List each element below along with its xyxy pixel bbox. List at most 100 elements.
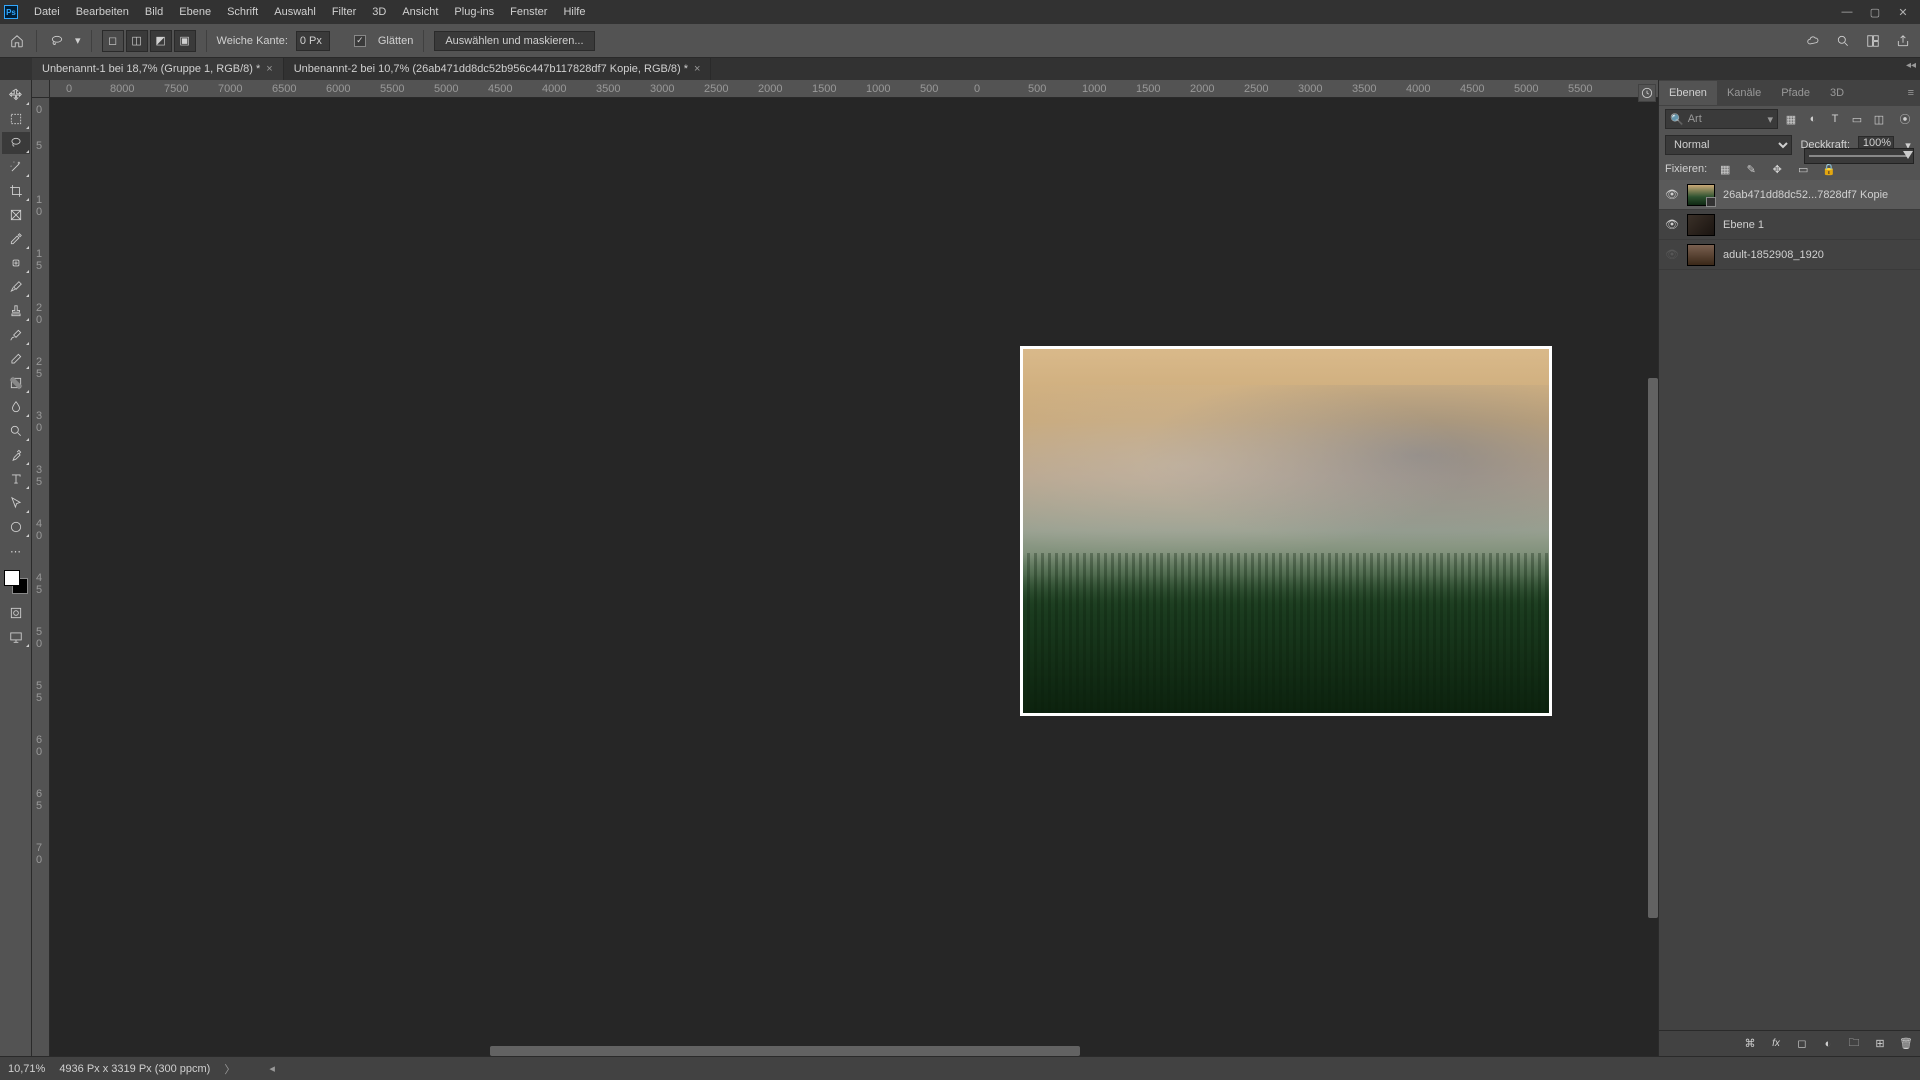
layer-name[interactable]: 26ab471dd8dc52...7828df7 Kopie xyxy=(1723,189,1888,201)
maximize-icon[interactable]: ▢ xyxy=(1868,5,1882,19)
layer-fx-icon[interactable]: fx xyxy=(1768,1036,1784,1052)
move-tool[interactable] xyxy=(2,84,30,106)
magic-wand-tool[interactable] xyxy=(2,156,30,178)
menu-fenster[interactable]: Fenster xyxy=(502,2,555,22)
menu-plugins[interactable]: Plug-ins xyxy=(446,2,502,22)
horizontal-scrollbar[interactable] xyxy=(490,1046,1080,1056)
healing-brush-tool[interactable] xyxy=(2,252,30,274)
layer-row[interactable]: 👁 Ebene 1 xyxy=(1659,210,1920,240)
feather-input[interactable] xyxy=(296,31,330,51)
menu-3d[interactable]: 3D xyxy=(364,2,394,22)
link-layers-icon[interactable]: ⌘ xyxy=(1742,1036,1758,1052)
properties-panel-icon[interactable] xyxy=(1638,84,1656,102)
workspace-icon[interactable] xyxy=(1864,32,1882,50)
menu-ansicht[interactable]: Ansicht xyxy=(394,2,446,22)
blur-tool[interactable] xyxy=(2,396,30,418)
gradient-tool[interactable] xyxy=(2,372,30,394)
marquee-tool[interactable] xyxy=(2,108,30,130)
tool-preset-chevron[interactable]: ▾ xyxy=(75,34,81,47)
filter-shape-icon[interactable]: ▭ xyxy=(1848,110,1866,128)
document-tab[interactable]: Unbenannt-2 bei 10,7% (26ab471dd8dc52b95… xyxy=(284,58,712,80)
eraser-tool[interactable] xyxy=(2,348,30,370)
frame-tool[interactable] xyxy=(2,204,30,226)
filter-pixel-icon[interactable]: ▦ xyxy=(1782,110,1800,128)
vertical-scrollbar[interactable] xyxy=(1648,378,1658,918)
opacity-slider-track[interactable] xyxy=(1809,155,1909,157)
filter-toggle-icon[interactable]: ⦿ xyxy=(1896,110,1914,128)
layer-mask-icon[interactable]: ◻ xyxy=(1794,1036,1810,1052)
tab-pfade[interactable]: Pfade xyxy=(1771,81,1820,105)
menu-bearbeiten[interactable]: Bearbeiten xyxy=(68,2,137,22)
layer-filter-dropdown[interactable]: 🔍 Art ▾ xyxy=(1665,109,1778,129)
antialias-checkbox[interactable] xyxy=(354,35,366,47)
scroll-left-icon[interactable]: ◂ xyxy=(269,1062,275,1075)
horizontal-ruler[interactable]: 0 8000 7500 7000 6500 6000 5500 5000 450… xyxy=(50,80,1658,98)
lasso-tool[interactable] xyxy=(2,132,30,154)
blend-mode-select[interactable]: Normal xyxy=(1665,135,1792,155)
collapse-panels-icon[interactable]: ◂◂ xyxy=(1906,60,1916,71)
path-selection-tool[interactable] xyxy=(2,492,30,514)
selection-add-button[interactable]: ◫ xyxy=(126,30,148,52)
tab-ebenen[interactable]: Ebenen xyxy=(1659,81,1717,105)
quick-mask-tool[interactable] xyxy=(2,602,30,624)
adjustment-layer-icon[interactable]: ◐ xyxy=(1820,1036,1836,1052)
shape-tool[interactable] xyxy=(2,516,30,538)
visibility-eye-icon[interactable]: 👁 xyxy=(1665,188,1679,202)
minimize-icon[interactable]: — xyxy=(1840,5,1854,19)
tab-3d[interactable]: 3D xyxy=(1820,81,1854,105)
selection-new-button[interactable]: ◻ xyxy=(102,30,124,52)
lock-transparency-icon[interactable]: ▦ xyxy=(1717,161,1733,177)
eyedropper-tool[interactable] xyxy=(2,228,30,250)
filter-smart-icon[interactable]: ◫ xyxy=(1870,110,1888,128)
filter-type-icon[interactable]: T xyxy=(1826,110,1844,128)
group-icon[interactable]: 🗀 xyxy=(1846,1036,1862,1052)
document-tab[interactable]: Unbenannt-1 bei 18,7% (Gruppe 1, RGB/8) … xyxy=(32,58,284,80)
doc-info[interactable]: 4936 Px x 3319 Px (300 ppcm) xyxy=(59,1063,210,1075)
layer-name[interactable]: adult-1852908_1920 xyxy=(1723,249,1824,261)
new-layer-icon[interactable]: ⊞ xyxy=(1872,1036,1888,1052)
close-icon[interactable]: ✕ xyxy=(1896,5,1910,19)
zoom-level[interactable]: 10,71% xyxy=(8,1063,45,1075)
dodge-tool[interactable] xyxy=(2,420,30,442)
visibility-eye-icon[interactable]: 👁 xyxy=(1665,218,1679,232)
home-icon[interactable] xyxy=(8,32,26,50)
type-tool[interactable] xyxy=(2,468,30,490)
menu-ebene[interactable]: Ebene xyxy=(171,2,219,22)
share-icon[interactable] xyxy=(1894,32,1912,50)
doc-info-chevron-icon[interactable]: 〉 xyxy=(224,1061,235,1077)
lasso-tool-icon[interactable] xyxy=(47,31,67,51)
layer-thumbnail[interactable] xyxy=(1687,214,1715,236)
opacity-slider-thumb[interactable] xyxy=(1903,151,1913,159)
layer-name[interactable]: Ebene 1 xyxy=(1723,219,1764,231)
screen-mode-tool[interactable] xyxy=(2,626,30,648)
opacity-slider-popup[interactable] xyxy=(1804,148,1914,164)
layer-row[interactable]: 👁 adult-1852908_1920 xyxy=(1659,240,1920,270)
foreground-color[interactable] xyxy=(4,570,20,586)
color-swatch[interactable] xyxy=(4,570,28,594)
history-brush-tool[interactable] xyxy=(2,324,30,346)
delete-layer-icon[interactable]: 🗑 xyxy=(1898,1036,1914,1052)
stamp-tool[interactable] xyxy=(2,300,30,322)
filter-adjust-icon[interactable]: ◐ xyxy=(1804,110,1822,128)
select-and-mask-button[interactable]: Auswählen und maskieren... xyxy=(434,31,594,51)
search-icon[interactable] xyxy=(1834,32,1852,50)
layer-row[interactable]: 👁 26ab471dd8dc52...7828df7 Kopie xyxy=(1659,180,1920,210)
tab-close-icon[interactable]: × xyxy=(266,63,272,75)
more-tools[interactable]: ⋯ xyxy=(2,540,30,562)
panel-menu-icon[interactable]: ≡ xyxy=(1898,81,1920,105)
canvas[interactable] xyxy=(50,98,1658,1056)
menu-filter[interactable]: Filter xyxy=(324,2,364,22)
crop-tool[interactable] xyxy=(2,180,30,202)
visibility-eye-icon[interactable]: 👁 xyxy=(1665,248,1679,262)
cloud-icon[interactable] xyxy=(1804,32,1822,50)
lock-position-icon[interactable]: ✥ xyxy=(1769,161,1785,177)
pen-tool[interactable] xyxy=(2,444,30,466)
tab-kanaele[interactable]: Kanäle xyxy=(1717,81,1771,105)
layer-thumbnail[interactable] xyxy=(1687,184,1715,206)
tab-close-icon[interactable]: × xyxy=(694,63,700,75)
vertical-ruler[interactable]: 0 5 1 0 1 5 2 0 2 5 3 0 3 5 4 0 4 5 5 0 … xyxy=(32,98,50,1056)
layer-thumbnail[interactable] xyxy=(1687,244,1715,266)
menu-datei[interactable]: Datei xyxy=(26,2,68,22)
document-image[interactable] xyxy=(1020,346,1552,716)
brush-tool[interactable] xyxy=(2,276,30,298)
